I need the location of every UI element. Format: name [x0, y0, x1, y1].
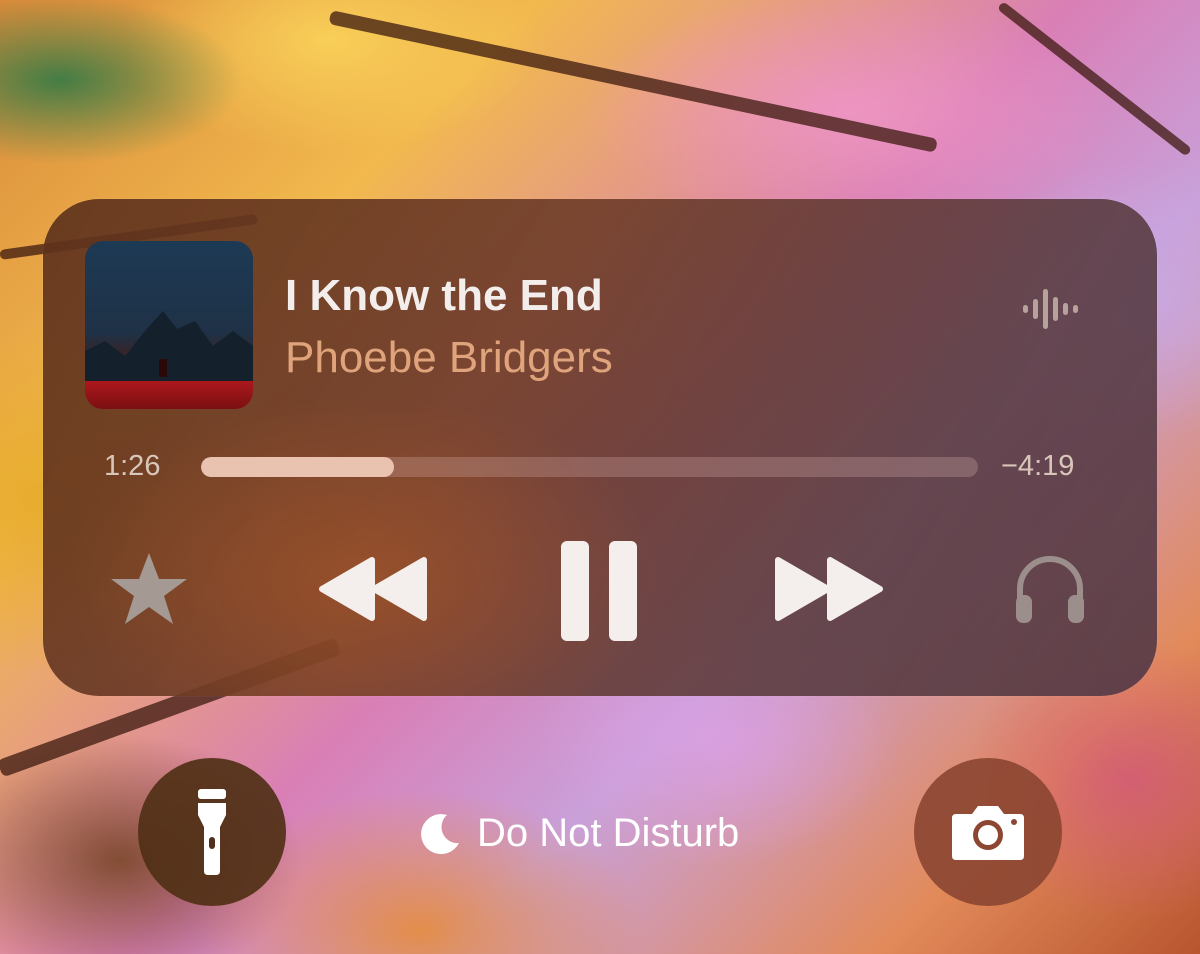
- pause-button[interactable]: [557, 539, 641, 643]
- headphones-icon: [1016, 556, 1084, 623]
- track-title: I Know the End: [285, 271, 603, 320]
- elapsed-time: 1:26: [104, 450, 161, 482]
- flashlight-button[interactable]: [138, 758, 286, 906]
- scrubber-progress: [201, 457, 394, 477]
- pause-icon: [561, 541, 637, 641]
- moon-icon: [421, 814, 459, 855]
- fast-forward-icon: [775, 557, 883, 621]
- remaining-time: −4:19: [1001, 450, 1075, 482]
- star-icon: [111, 553, 187, 624]
- audio-output-button[interactable]: [1012, 551, 1088, 627]
- next-track-button[interactable]: [772, 554, 884, 624]
- flashlight-icon: [198, 789, 226, 875]
- now-playing-widget[interactable]: I Know the End Phoebe Bridgers 1:26 −4:1…: [43, 199, 1157, 696]
- airplay-waveform-icon[interactable]: [1021, 287, 1085, 331]
- favorite-button[interactable]: [109, 549, 189, 629]
- album-artwork[interactable]: [85, 241, 253, 409]
- camera-icon: [952, 806, 1024, 860]
- wallpaper-vein: [996, 1, 1193, 157]
- artist-name: Phoebe Bridgers: [285, 333, 613, 382]
- focus-mode-label: Do Not Disturb: [477, 810, 740, 855]
- previous-track-button[interactable]: [318, 554, 430, 624]
- wallpaper-vein: [328, 10, 938, 153]
- rewind-icon: [319, 557, 427, 621]
- album-art-mountains: [85, 311, 253, 381]
- camera-button[interactable]: [914, 758, 1062, 906]
- playback-scrubber[interactable]: [201, 457, 978, 477]
- do-not-disturb-indicator[interactable]: Do Not Disturb: [419, 810, 739, 856]
